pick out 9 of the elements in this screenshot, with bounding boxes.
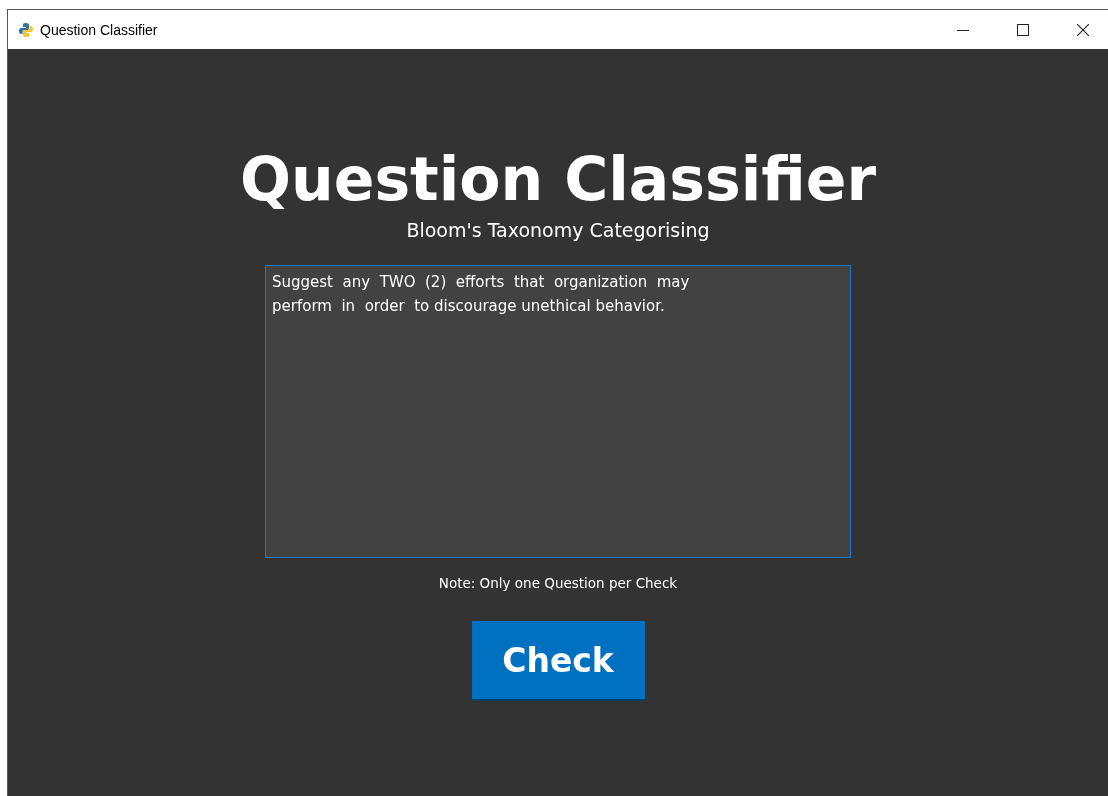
window-title: Question Classifier <box>40 21 158 38</box>
check-button[interactable]: Check <box>471 621 645 701</box>
app-heading: Question Classifier <box>239 143 876 215</box>
note-text: Note: Only one Question per Check <box>438 575 678 591</box>
maximize-icon[interactable] <box>1017 23 1029 36</box>
question-field[interactable]: Suggest any TWO (2) efforts that organization may perform in order to discourage unethical behavior. <box>265 265 851 558</box>
app-icon <box>18 21 34 38</box>
close-icon[interactable] <box>1077 23 1089 36</box>
subtitle: Bloom's Taxonomy Categorising <box>406 219 710 241</box>
